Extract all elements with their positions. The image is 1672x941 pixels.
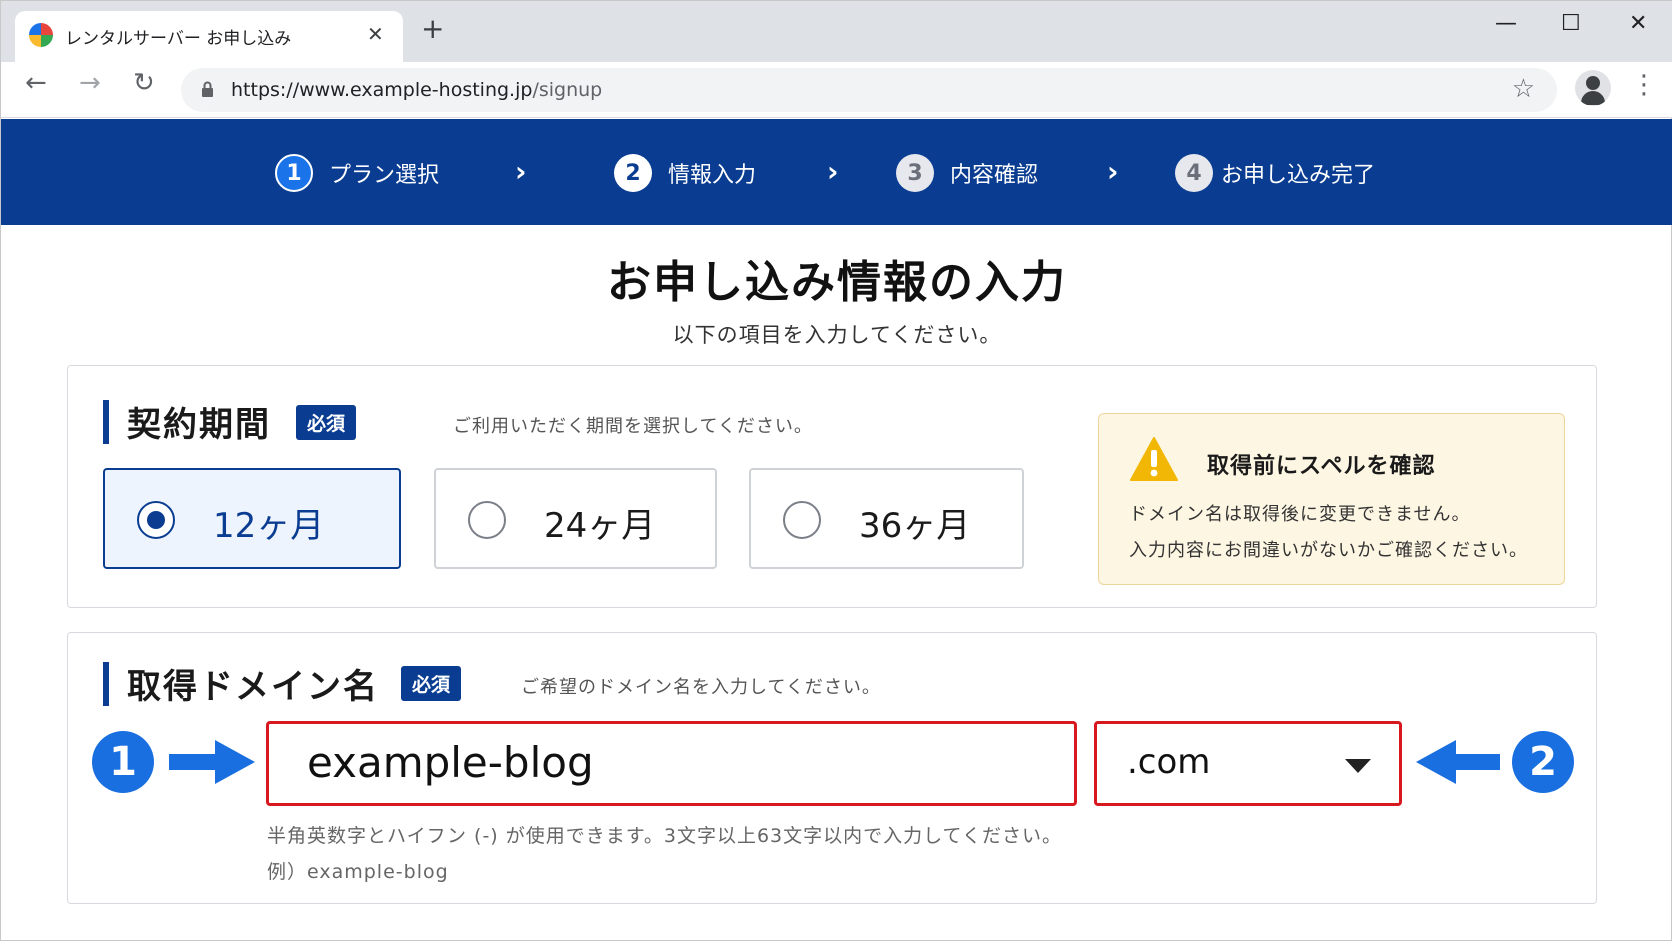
required-badge: 必須 <box>401 666 462 701</box>
radio-selected-icon[interactable] <box>137 501 175 539</box>
period-option-label: 12ヶ月 <box>213 506 325 546</box>
chevron-right-icon: › <box>515 155 527 188</box>
step-number: 2 <box>614 154 652 192</box>
back-icon[interactable]: ← <box>25 70 47 96</box>
window-close-icon[interactable]: ✕ <box>1629 11 1647 36</box>
tab-title: レンタルサーバー お申し込み <box>65 29 292 49</box>
tab-strip: レンタルサーバー お申し込み ✕ + — ☐ ✕ <box>1 1 1672 62</box>
radio-icon[interactable] <box>783 501 821 539</box>
step-1: 1 プラン選択 <box>275 153 439 193</box>
chevron-down-icon <box>1345 759 1371 773</box>
progress-steps: 1 プラン選択 › 2 情報入力 › 3 内容確認 › 4 お申し込み完了 <box>1 119 1672 225</box>
period-option-36[interactable]: 36ヶ月 <box>749 468 1024 569</box>
browser-toolbar: ← → ↻ https://www.example-hosting.jp/sig… <box>1 62 1672 118</box>
domain-name-value: example-blog <box>307 738 594 787</box>
forward-icon[interactable]: → <box>79 70 101 96</box>
chevron-right-icon: › <box>1107 155 1119 188</box>
url-text: https://www.example-hosting.jp/signup <box>231 79 603 101</box>
profile-avatar-icon[interactable] <box>1575 70 1611 106</box>
reload-icon[interactable]: ↻ <box>133 70 155 96</box>
minimize-icon[interactable]: — <box>1495 11 1517 36</box>
contract-period-title: 契約期間 <box>103 397 271 446</box>
arrow-left-icon <box>1416 740 1500 784</box>
step-label: プラン選択 <box>329 163 440 188</box>
arrow-right-icon <box>169 740 255 784</box>
period-option-24[interactable]: 24ヶ月 <box>434 468 717 569</box>
lock-icon <box>202 81 213 97</box>
new-tab-icon[interactable]: + <box>421 15 444 43</box>
step-number: 3 <box>896 154 934 192</box>
warning-icon <box>1130 437 1178 481</box>
address-bar[interactable]: https://www.example-hosting.jp/signup ☆ <box>181 68 1557 112</box>
step-3: 3 内容確認 <box>896 153 1038 193</box>
maximize-icon[interactable]: ☐ <box>1561 11 1581 36</box>
step-number: 4 <box>1175 154 1213 192</box>
step-label: 内容確認 <box>950 163 1039 188</box>
callout-badge-1: 1 <box>92 731 154 793</box>
domain-title: 取得ドメイン名 <box>103 659 379 708</box>
browser-tab[interactable]: レンタルサーバー お申し込み ✕ <box>15 11 403 62</box>
chevron-right-icon: › <box>827 155 839 188</box>
step-2: 2 情報入力 <box>614 153 756 193</box>
warning-text-line-2: 入力内容にお間違いがないかご確認ください。 <box>1129 540 1528 561</box>
radio-icon[interactable] <box>468 501 506 539</box>
step-4: 4 お申し込み完了 <box>1175 153 1375 193</box>
browser-menu-icon[interactable]: ⋮ <box>1631 72 1657 98</box>
required-badge: 必須 <box>296 405 357 440</box>
page-subtitle: 以下の項目を入力してください。 <box>672 323 1002 347</box>
domain-example-note: 例）example-blog <box>267 861 449 883</box>
period-option-label: 24ヶ月 <box>544 506 656 546</box>
warning-title: 取得前にスペルを確認 <box>1207 454 1436 479</box>
contract-period-hint: ご利用いただく期間を選択してください。 <box>453 416 813 437</box>
period-option-12[interactable]: 12ヶ月 <box>103 468 401 569</box>
tld-select[interactable]: .com <box>1094 721 1402 806</box>
tld-value: .com <box>1127 742 1211 782</box>
step-label: お申し込み完了 <box>1221 163 1376 188</box>
callout-badge-2: 2 <box>1512 731 1574 793</box>
browser-window: レンタルサーバー お申し込み ✕ + — ☐ ✕ ← → ↻ https://w… <box>0 0 1672 941</box>
domain-input-rule-note: 半角英数字とハイフン (-) が使用できます。3文字以上63文字以内で入力してく… <box>267 825 1062 847</box>
period-option-label: 36ヶ月 <box>859 506 971 546</box>
tab-close-icon[interactable]: ✕ <box>367 22 384 46</box>
page-title: お申し込み情報の入力 <box>607 257 1067 308</box>
step-number: 1 <box>275 154 313 192</box>
bookmark-star-icon[interactable]: ☆ <box>1512 74 1535 104</box>
domain-name-input[interactable]: example-blog <box>266 721 1077 806</box>
spelling-warning-box: 取得前にスペルを確認 ドメイン名は取得後に変更できません。 入力内容にお間違いが… <box>1098 413 1565 585</box>
site-favicon-icon <box>29 23 53 47</box>
warning-text-line-1: ドメイン名は取得後に変更できません。 <box>1129 504 1471 525</box>
domain-hint: ご希望のドメイン名を入力してください。 <box>521 677 881 698</box>
step-label: 情報入力 <box>668 163 757 188</box>
